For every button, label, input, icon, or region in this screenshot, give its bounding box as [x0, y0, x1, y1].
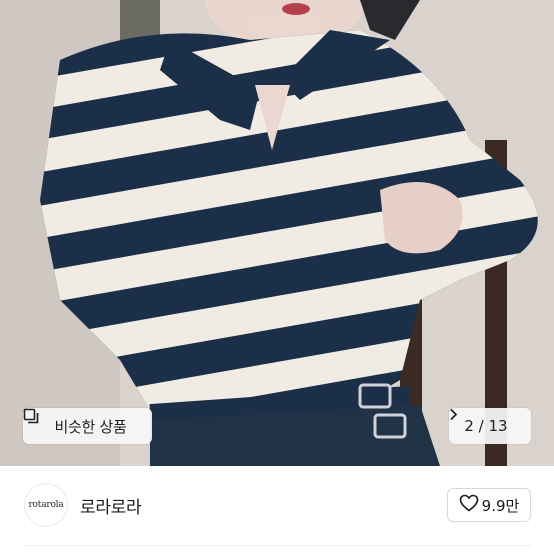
divider [24, 545, 531, 546]
seller-name[interactable]: 로라로라 [80, 493, 142, 518]
avatar-logo-text: rotarola [28, 500, 64, 510]
product-photo[interactable]: 비슷한 상품 2 / 13 [0, 0, 554, 466]
seller-avatar[interactable]: rotarola [24, 483, 68, 527]
image-page-indicator[interactable]: 2 / 13 [449, 408, 531, 444]
seller-bar: rotarola 로라로라 9.9만 [0, 466, 554, 546]
like-count: 9.9만 [481, 496, 520, 515]
heart-outline-icon [459, 494, 479, 516]
similar-items-label: 비슷한 상품 [54, 417, 127, 436]
like-button[interactable]: 9.9만 [447, 488, 531, 522]
page-counter: 2 / 13 [464, 417, 508, 435]
similar-items-button[interactable]: 비슷한 상품 [23, 408, 152, 444]
product-photo-illustration [0, 0, 554, 466]
